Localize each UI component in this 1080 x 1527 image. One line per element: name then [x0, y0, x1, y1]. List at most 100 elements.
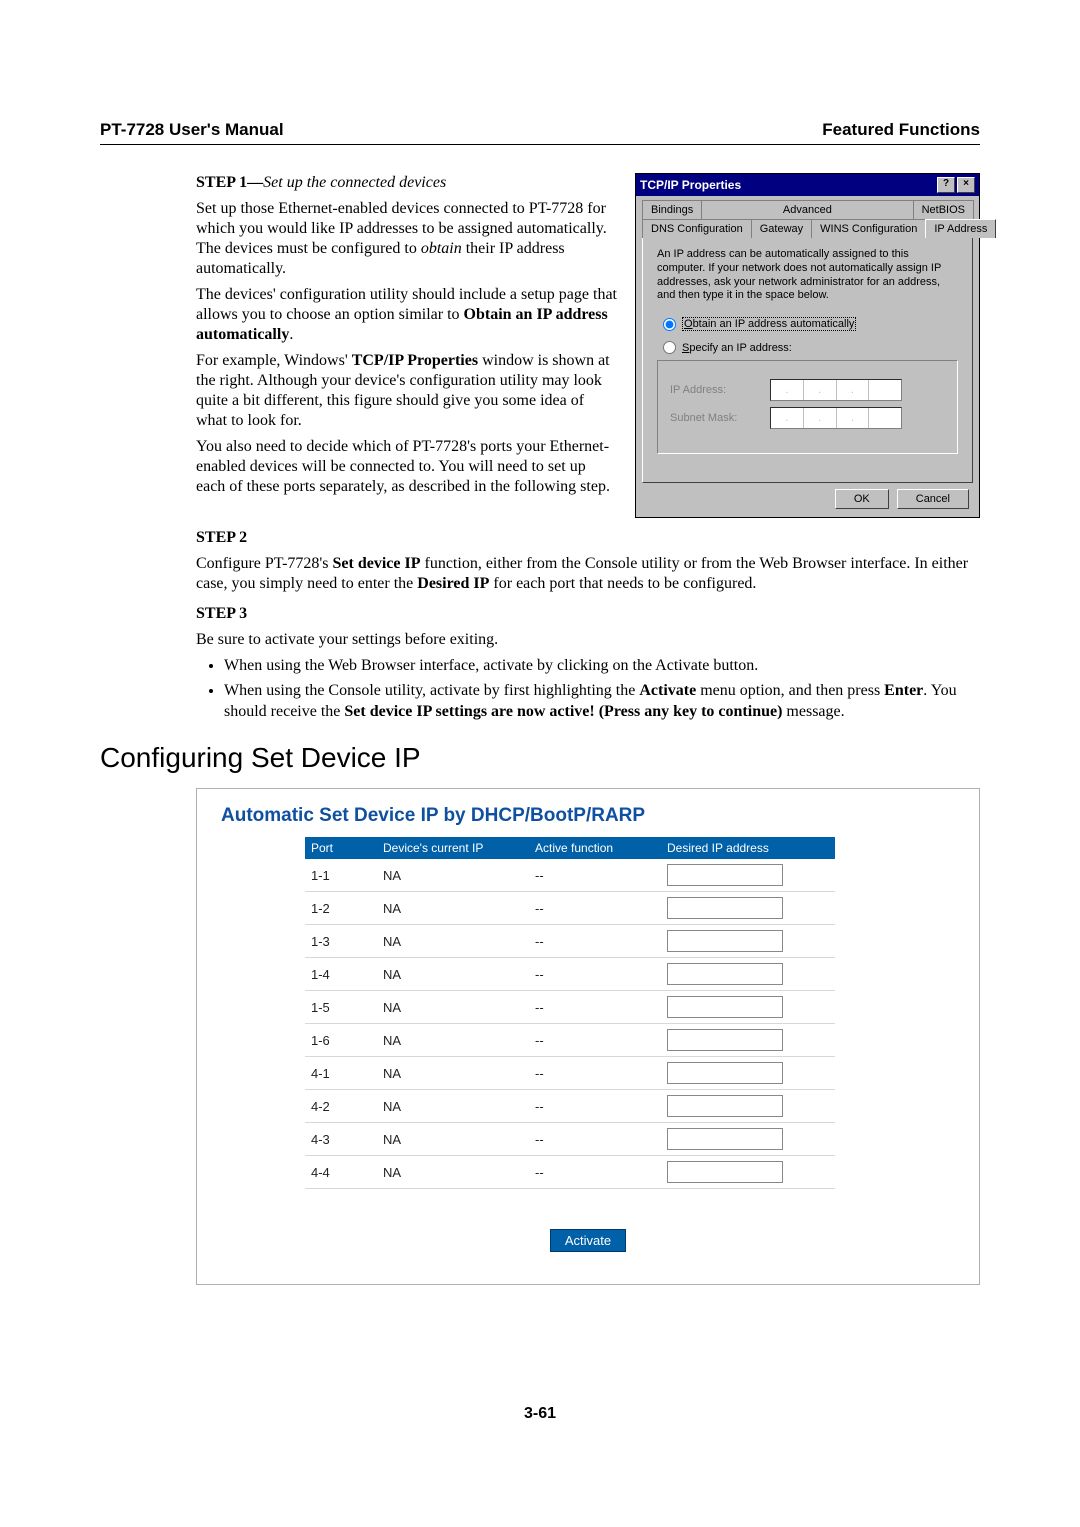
panel-title: Automatic Set Device IP by DHCP/BootP/RA… — [221, 805, 955, 827]
tab-panel-ip-address: An IP address can be automatically assig… — [642, 237, 973, 483]
desired-ip-input[interactable] — [667, 1161, 783, 1183]
tab-bindings[interactable]: Bindings — [642, 200, 702, 219]
desired-ip-input[interactable] — [667, 864, 783, 886]
help-icon[interactable]: ? — [937, 177, 955, 193]
cell-port: 4-3 — [305, 1123, 377, 1156]
ip-fields-group: IP Address: ... Subnet Mask: ... — [657, 360, 958, 454]
cell-desired-ip — [661, 1156, 835, 1189]
step3-li1: When using the Web Browser interface, ac… — [224, 656, 980, 677]
cancel-button[interactable]: Cancel — [897, 489, 969, 509]
cell-current-ip: NA — [377, 1156, 529, 1189]
cell-port: 1-3 — [305, 925, 377, 958]
tab-ip-address[interactable]: IP Address — [925, 219, 996, 238]
ip-address-field[interactable]: ... — [770, 379, 902, 401]
ip-address-label: IP Address: — [670, 384, 760, 396]
dialog-titlebar[interactable]: TCP/IP Properties ? × — [636, 174, 979, 196]
step1-p1: Set up those Ethernet-enabled devices co… — [196, 199, 617, 279]
radio-obtain-input[interactable] — [663, 318, 676, 331]
cell-desired-ip — [661, 925, 835, 958]
desired-ip-input[interactable] — [667, 963, 783, 985]
cell-desired-ip — [661, 991, 835, 1024]
col-current-ip: Device's current IP — [377, 837, 529, 859]
cell-desired-ip — [661, 892, 835, 925]
desired-ip-input[interactable] — [667, 930, 783, 952]
radio-specify-input[interactable] — [663, 341, 676, 354]
cell-desired-ip — [661, 1123, 835, 1156]
cell-current-ip: NA — [377, 925, 529, 958]
cell-current-ip: NA — [377, 958, 529, 991]
cell-port: 1-6 — [305, 1024, 377, 1057]
desired-ip-input[interactable] — [667, 996, 783, 1018]
cell-current-ip: NA — [377, 1024, 529, 1057]
table-row: 1-6NA-- — [305, 1024, 835, 1057]
device-ip-table: Port Device's current IP Active function… — [305, 837, 835, 1189]
tab-wins-configuration[interactable]: WINS Configuration — [811, 219, 926, 238]
section-title-configuring: Configuring Set Device IP — [100, 742, 980, 774]
page-number: 3-61 — [100, 1405, 980, 1423]
cell-active-function: -- — [529, 1090, 661, 1123]
page-header: PT-7728 User's Manual Featured Functions — [100, 120, 980, 145]
step3-heading: STEP 3 — [196, 604, 980, 624]
cell-active-function: -- — [529, 1156, 661, 1189]
cell-port: 1-5 — [305, 991, 377, 1024]
cell-active-function: -- — [529, 1123, 661, 1156]
cell-desired-ip — [661, 1057, 835, 1090]
cell-active-function: -- — [529, 892, 661, 925]
close-icon[interactable]: × — [957, 177, 975, 193]
tab-netbios[interactable]: NetBIOS — [913, 200, 974, 219]
table-row: 1-4NA-- — [305, 958, 835, 991]
subnet-mask-field[interactable]: ... — [770, 407, 902, 429]
desired-ip-input[interactable] — [667, 1128, 783, 1150]
cell-current-ip: NA — [377, 1090, 529, 1123]
subnet-mask-label: Subnet Mask: — [670, 412, 760, 424]
step1-p3: For example, Windows' TCP/IP Properties … — [196, 351, 617, 431]
step1-heading: STEP 1—Set up the connected devices — [196, 173, 617, 193]
desired-ip-input[interactable] — [667, 1095, 783, 1117]
cell-active-function: -- — [529, 925, 661, 958]
col-port: Port — [305, 837, 377, 859]
step1-p4: You also need to decide which of PT-7728… — [196, 437, 617, 497]
cell-current-ip: NA — [377, 859, 529, 892]
step3-intro: Be sure to activate your settings before… — [196, 630, 980, 650]
cell-desired-ip — [661, 1024, 835, 1057]
radio-obtain-auto[interactable]: Obtain an IP address automatically — [663, 317, 958, 331]
desired-ip-input[interactable] — [667, 897, 783, 919]
table-row: 1-1NA-- — [305, 859, 835, 892]
step2-heading: STEP 2 — [196, 528, 980, 548]
ok-button[interactable]: OK — [835, 489, 889, 509]
step1-p2: The devices' configuration utility shoul… — [196, 285, 617, 345]
tcpip-properties-dialog: TCP/IP Properties ? × Bindings Advanced … — [635, 173, 980, 518]
tab-dns-configuration[interactable]: DNS Configuration — [642, 219, 752, 238]
table-row: 1-2NA-- — [305, 892, 835, 925]
cell-port: 4-1 — [305, 1057, 377, 1090]
cell-active-function: -- — [529, 1024, 661, 1057]
step3-li2: When using the Console utility, activate… — [224, 681, 980, 723]
desired-ip-input[interactable] — [667, 1062, 783, 1084]
cell-desired-ip — [661, 958, 835, 991]
radio-specify[interactable]: Specify an IP address: — [663, 341, 958, 354]
dialog-description: An IP address can be automatically assig… — [657, 248, 958, 303]
col-active-function: Active function — [529, 837, 661, 859]
table-row: 4-4NA-- — [305, 1156, 835, 1189]
tab-gateway[interactable]: Gateway — [751, 219, 812, 238]
cell-current-ip: NA — [377, 892, 529, 925]
step2-body: Configure PT-7728's Set device IP functi… — [196, 554, 980, 594]
set-device-ip-panel: Automatic Set Device IP by DHCP/BootP/RA… — [196, 788, 980, 1285]
cell-port: 1-4 — [305, 958, 377, 991]
cell-port: 1-2 — [305, 892, 377, 925]
step1-prefix: STEP 1— — [196, 174, 263, 191]
tab-advanced[interactable]: Advanced — [701, 200, 913, 219]
cell-port: 1-1 — [305, 859, 377, 892]
cell-desired-ip — [661, 859, 835, 892]
desired-ip-input[interactable] — [667, 1029, 783, 1051]
table-row: 1-5NA-- — [305, 991, 835, 1024]
header-left: PT-7728 User's Manual — [100, 120, 284, 140]
cell-current-ip: NA — [377, 1123, 529, 1156]
cell-active-function: -- — [529, 1057, 661, 1090]
cell-desired-ip — [661, 1090, 835, 1123]
table-row: 4-1NA-- — [305, 1057, 835, 1090]
col-desired-ip: Desired IP address — [661, 837, 835, 859]
cell-port: 4-2 — [305, 1090, 377, 1123]
activate-button[interactable]: Activate — [550, 1229, 626, 1252]
dialog-title: TCP/IP Properties — [640, 178, 741, 192]
